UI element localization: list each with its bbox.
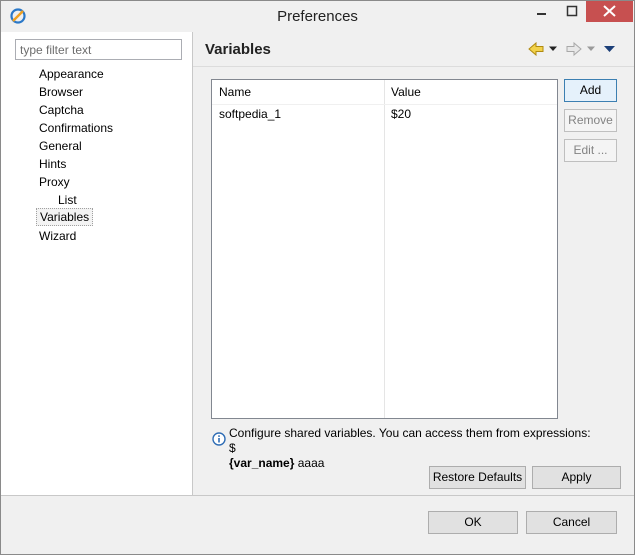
maximize-icon xyxy=(566,5,578,17)
table-row-value-cell[interactable]: $20 xyxy=(384,104,557,124)
tree-item-confirmations[interactable]: Confirmations xyxy=(36,119,116,137)
remove-button[interactable]: Remove xyxy=(564,109,617,132)
tree-item-hints[interactable]: Hints xyxy=(36,155,69,173)
forward-dropdown-icon xyxy=(587,46,595,51)
tree-item-captcha[interactable]: Captcha xyxy=(36,101,87,119)
info-text-suffix: aaaa xyxy=(294,456,325,470)
filter-input[interactable] xyxy=(15,39,182,60)
close-button[interactable] xyxy=(586,1,633,22)
cancel-button[interactable]: Cancel xyxy=(526,511,617,534)
table-row-name-cell[interactable]: softpedia_1 xyxy=(212,104,384,124)
tree-item-variables[interactable]: Variables xyxy=(36,208,94,226)
title-bar: Preferences xyxy=(1,1,634,32)
minimize-button[interactable] xyxy=(528,1,556,22)
forward-arrow-icon xyxy=(566,41,582,57)
info-text-code: {var_name} xyxy=(229,456,295,470)
variables-table[interactable]: Name Value softpedia_1 $20 xyxy=(211,79,558,419)
maximize-button[interactable] xyxy=(558,1,586,22)
column-divider xyxy=(384,80,385,418)
header-divider xyxy=(193,66,634,67)
info-message: Configure shared variables. You can acce… xyxy=(229,426,599,471)
view-menu-icon[interactable] xyxy=(604,45,615,53)
back-dropdown-icon[interactable] xyxy=(549,45,557,53)
apply-button[interactable]: Apply xyxy=(532,466,621,489)
tree-item-general[interactable]: General xyxy=(36,137,85,155)
minimize-icon xyxy=(537,13,546,15)
dialog-footer-divider xyxy=(1,495,634,496)
edit-button[interactable]: Edit ... xyxy=(564,139,617,162)
column-header-name[interactable]: Name xyxy=(212,80,384,104)
tree-item-browser[interactable]: Browser xyxy=(36,83,86,101)
column-header-value[interactable]: Value xyxy=(384,80,557,104)
tree-item-wizard[interactable]: Wizard xyxy=(36,227,79,245)
preferences-window: Preferences Appearance Browser Captcha C… xyxy=(0,0,635,555)
tree-item-appearance[interactable]: Appearance xyxy=(36,65,107,83)
page-title: Variables xyxy=(205,41,271,58)
info-icon xyxy=(212,432,226,446)
preference-tree-panel xyxy=(1,32,192,495)
panel-divider xyxy=(192,32,193,495)
back-arrow-icon[interactable] xyxy=(527,41,545,57)
add-button[interactable]: Add xyxy=(564,79,617,102)
restore-defaults-button[interactable]: Restore Defaults xyxy=(429,466,526,489)
tree-item-list[interactable]: List xyxy=(55,191,80,209)
close-icon xyxy=(603,5,616,17)
tree-item-proxy[interactable]: Proxy xyxy=(36,173,73,191)
info-text-main: Configure shared variables. You can acce… xyxy=(229,426,591,455)
ok-button[interactable]: OK xyxy=(428,511,518,534)
